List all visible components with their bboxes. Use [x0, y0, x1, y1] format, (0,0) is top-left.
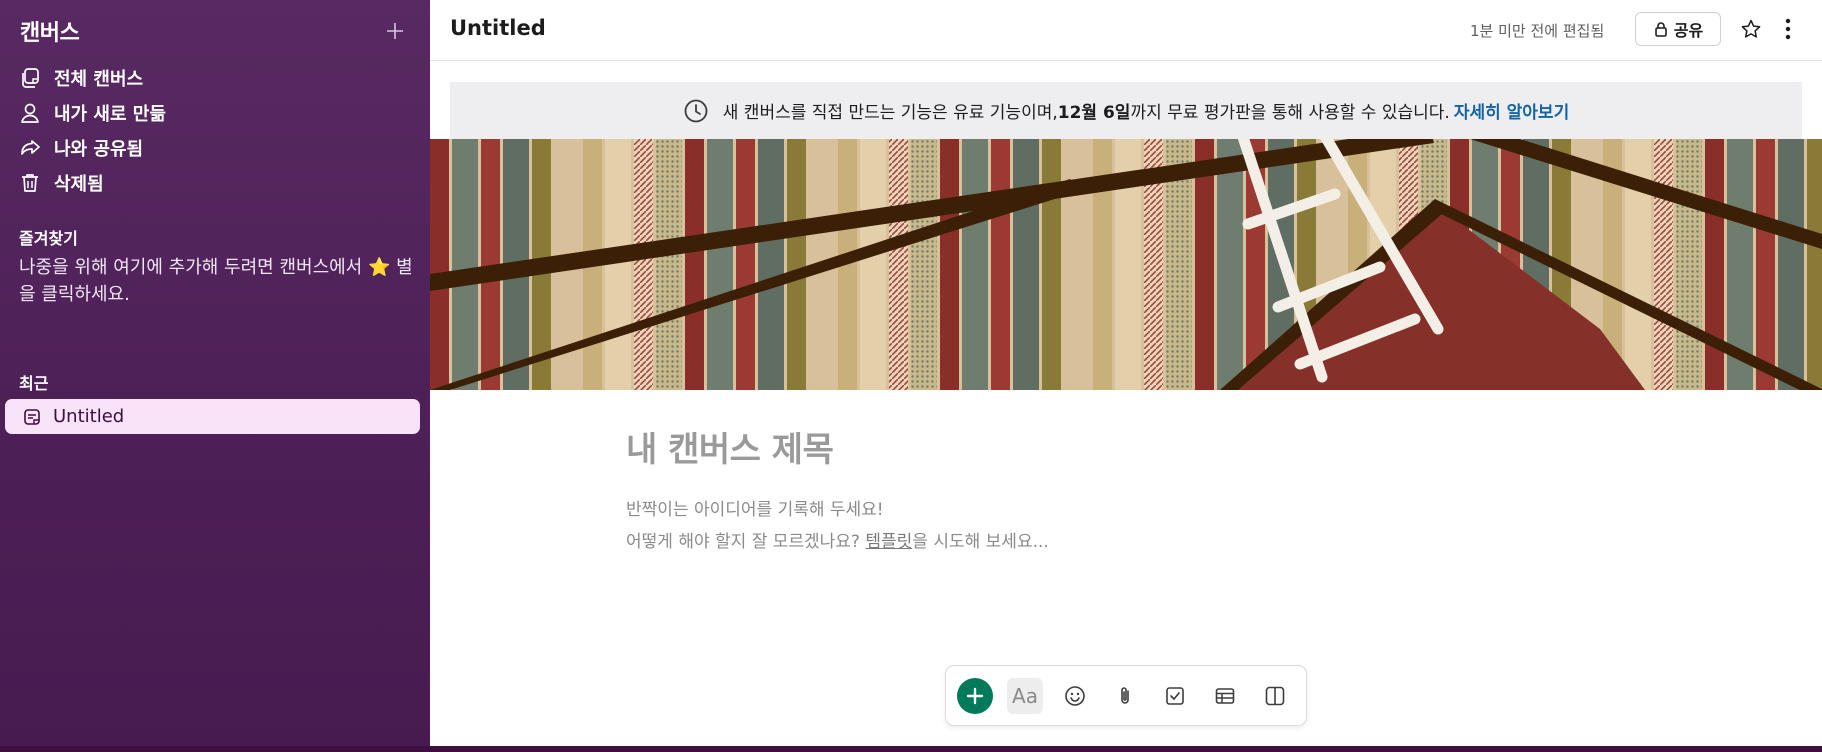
book-spine — [860, 139, 886, 390]
book-spine — [685, 139, 704, 390]
book-spine — [1756, 139, 1775, 390]
table-icon — [1215, 688, 1235, 704]
columns-icon — [1265, 686, 1285, 706]
book-spine — [1676, 139, 1702, 390]
banner-text: 새 캔버스를 직접 만드는 기능은 유료 기능이며, — [722, 103, 1058, 123]
more-options-button[interactable] — [1780, 15, 1796, 43]
sidebar: 캔버스 전체 캔버스 내가 새로 만듦 나와 공유됨 삭제됨 즐겨찾기 나중을 … — [0, 0, 430, 752]
star-icon — [1741, 19, 1761, 38]
attachment-icon — [1121, 687, 1129, 704]
more-vertical-icon — [1785, 18, 1791, 40]
sidebar-item-label: 내가 새로 만듦 — [54, 103, 166, 125]
book-spine — [736, 139, 755, 390]
table-button[interactable] — [1207, 678, 1243, 714]
text-format-icon: Aa — [1012, 684, 1038, 708]
book-spine — [758, 139, 784, 390]
canvases-icon — [18, 66, 42, 90]
app-window: 캔버스 전체 캔버스 내가 새로 만듦 나와 공유됨 삭제됨 즐겨찾기 나중을 … — [0, 0, 1822, 752]
book-spine — [787, 139, 806, 390]
star-button[interactable] — [1738, 16, 1764, 42]
banner-text-after: 까지 무료 평가판을 통해 사용할 수 있습니다. — [1130, 103, 1450, 123]
canvas-title-input[interactable]: 내 캔버스 제목 — [626, 422, 834, 471]
recent-heading: 최근 — [19, 374, 49, 393]
canvas-hint-line2: 어떻게 해야 할지 잘 모르겠나요? 템플릿을 시도해 보세요... — [626, 527, 1049, 552]
columns-button[interactable] — [1257, 678, 1293, 714]
person-icon — [18, 101, 42, 125]
share-arrow-icon — [18, 136, 42, 160]
insert-toolbar: Aa — [945, 665, 1307, 726]
book-spine — [991, 139, 1010, 390]
book-spine — [452, 139, 478, 390]
sidebar-item-all-canvases[interactable]: 전체 캔버스 — [18, 60, 410, 95]
plus-icon — [966, 687, 984, 705]
book-spine — [962, 139, 988, 390]
sidebar-item-label: 전체 캔버스 — [54, 68, 144, 90]
plus-icon — [387, 23, 403, 39]
text-format-button[interactable]: Aa — [1007, 678, 1043, 714]
book-spine — [940, 139, 959, 390]
sidebar-title: 캔버스 — [20, 21, 80, 46]
book-spine — [1778, 139, 1804, 390]
share-label: 공유 — [1673, 21, 1704, 40]
favorites-hint: 나중을 위해 여기에 추가해 두려면 캔버스에서 ⭐ 별을 클릭하세요. — [19, 257, 413, 305]
book-spine — [1042, 139, 1061, 390]
sidebar-item-deleted[interactable]: 삭제됨 — [18, 165, 410, 200]
canvas-doc-icon — [21, 406, 43, 428]
book-spine — [634, 139, 653, 390]
bookshelf-ladder-illustration — [430, 139, 1822, 390]
canvas-hint-line1: 반짝이는 아이디어를 기록해 두세요! — [626, 500, 884, 520]
checklist-icon — [1166, 687, 1184, 705]
last-edited-label: 1분 미만 전에 편집됨 — [1470, 22, 1605, 40]
clock-icon — [683, 98, 709, 124]
book-spine — [1064, 139, 1090, 390]
sidebar-item-created-by-me[interactable]: 내가 새로 만듦 — [18, 95, 410, 130]
sidebar-item-shared-with-me[interactable]: 나와 공유됨 — [18, 130, 410, 165]
book-spine — [1013, 139, 1039, 390]
sidebar-nav: 전체 캔버스 내가 새로 만듦 나와 공유됨 삭제됨 — [18, 60, 410, 200]
checklist-button[interactable] — [1157, 678, 1193, 714]
book-spine — [656, 139, 682, 390]
learn-more-link[interactable]: 자세히 알아보기 — [1454, 98, 1569, 123]
new-canvas-button[interactable] — [380, 16, 410, 46]
share-button[interactable]: 공유 — [1635, 12, 1721, 46]
book-spine — [1705, 139, 1724, 390]
canvas-header-image — [430, 139, 1822, 390]
template-link[interactable]: 템플릿 — [865, 532, 912, 552]
hint-text: 어떻게 해야 할지 잘 모르겠나요? — [626, 532, 866, 552]
canvas-header: Untitled 1분 미만 전에 편집됨 공유 — [430, 0, 1822, 61]
canvas-main: Untitled 1분 미만 전에 편집됨 공유 새 캔버스를 직접 만드는 기… — [430, 0, 1822, 746]
hint-text-after: 을 시도해 보세요... — [912, 532, 1049, 552]
book-spine — [1807, 139, 1822, 390]
book-spine — [707, 139, 733, 390]
recent-item-label: Untitled — [53, 406, 125, 427]
book-spine — [430, 139, 449, 390]
attachment-button[interactable] — [1107, 678, 1143, 714]
book-spine — [1654, 139, 1673, 390]
lock-icon — [1653, 21, 1669, 37]
sidebar-header: 캔버스 — [20, 14, 410, 48]
banner-date: 12월 6일 — [1057, 103, 1131, 123]
emoji-icon — [1065, 686, 1085, 706]
book-spine — [911, 139, 937, 390]
recent-item-untitled[interactable]: Untitled — [5, 399, 420, 434]
book-spine — [1217, 139, 1243, 390]
window-bottom-edge — [0, 746, 1822, 752]
favorites-heading: 즐겨찾기 — [19, 229, 78, 248]
sidebar-item-label: 삭제됨 — [54, 173, 104, 195]
insert-button[interactable] — [957, 678, 993, 714]
trash-icon — [18, 171, 42, 195]
book-spine — [889, 139, 908, 390]
canvas-title-header[interactable]: Untitled — [450, 16, 546, 40]
trial-banner: 새 캔버스를 직접 만드는 기능은 유료 기능이며, 12월 6일 까지 무료 … — [450, 82, 1802, 139]
sidebar-item-label: 나와 공유됨 — [54, 138, 144, 160]
emoji-button[interactable] — [1057, 678, 1093, 714]
